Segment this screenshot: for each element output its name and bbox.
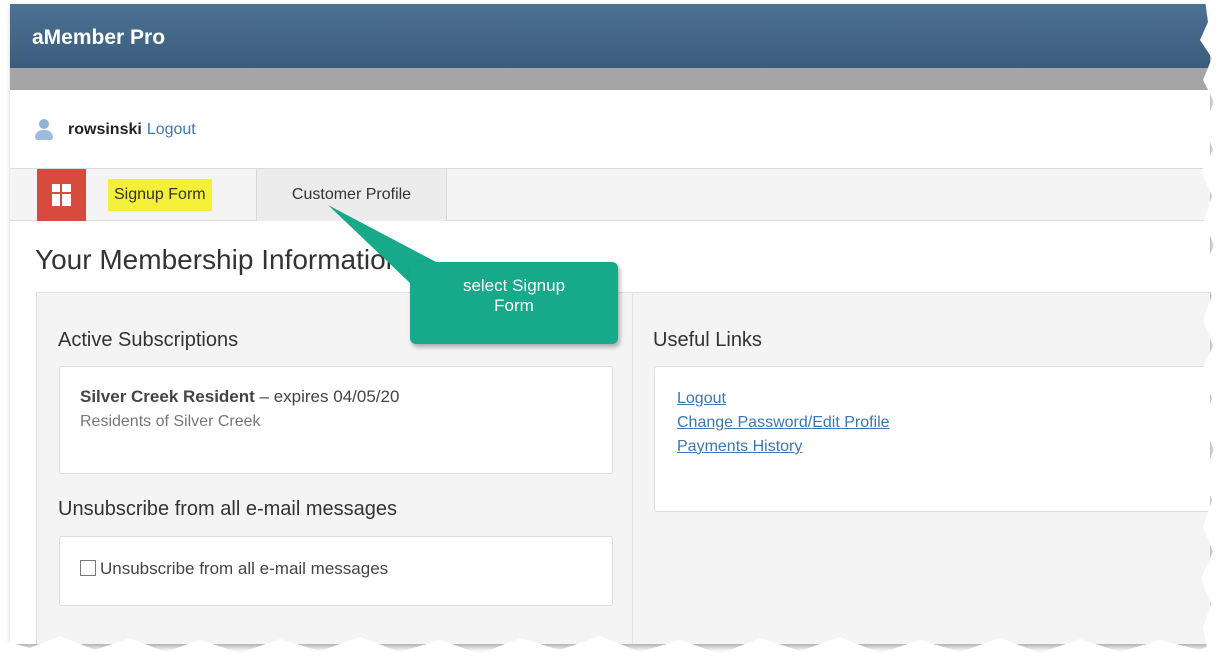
torn-edge	[0, 0, 1223, 663]
